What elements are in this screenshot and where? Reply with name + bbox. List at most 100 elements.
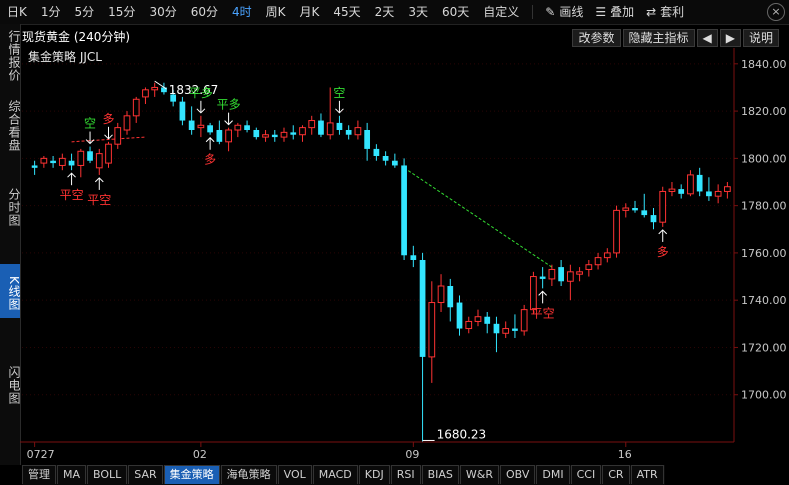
instrument-title: 现货黄金 (240分钟) <box>22 30 131 44</box>
y-tick-label: 1760.00 <box>741 247 787 260</box>
candle-body <box>40 157 48 164</box>
indicator-tab-3[interactable]: SAR <box>128 465 163 484</box>
overlay-label: 叠加 <box>610 5 635 19</box>
period-3[interactable]: 15分 <box>101 0 142 24</box>
indicator-tab-9[interactable]: RSI <box>390 465 421 484</box>
trend-line <box>403 167 553 268</box>
tab-overview[interactable]: 综合看盘 <box>0 96 21 156</box>
indicator-tab-10[interactable]: BIAS <box>421 465 459 484</box>
tab-flash[interactable]: 闪电图 <box>0 362 21 408</box>
low-price-label: 1680.23 <box>437 427 487 441</box>
period-5[interactable]: 60分 <box>184 0 225 24</box>
help-button[interactable]: 说明 <box>742 29 779 47</box>
period-9[interactable]: 45天 <box>326 0 367 24</box>
candlestick-chart[interactable]: 1700.00 1720.00 1740.00 1760.00 1780.00 1800.… <box>20 48 789 464</box>
signal-label: 空 <box>333 86 345 100</box>
indicator-tab-16[interactable]: ATR <box>630 465 664 484</box>
candle-body <box>650 215 657 223</box>
candle-body <box>724 186 731 192</box>
candle-body <box>428 302 436 358</box>
candle-body <box>465 320 473 330</box>
database-icon: ☰ <box>595 5 607 19</box>
candle-body <box>179 101 186 121</box>
period-0[interactable]: 日K <box>0 0 34 24</box>
prev-indicator-button[interactable]: ◀ <box>696 29 718 47</box>
candle-body <box>558 267 564 282</box>
period-4[interactable]: 30分 <box>142 0 183 24</box>
period-7[interactable]: 周K <box>259 0 293 24</box>
draw-line-button[interactable]: ✎ 画线 <box>539 0 589 24</box>
y-tick-label: 1820.00 <box>741 105 787 118</box>
signal-label: 平空 <box>531 306 555 320</box>
hide-indicator-button[interactable]: 隐藏主指标 <box>622 29 695 47</box>
candle-body <box>530 276 537 311</box>
candle-body <box>382 156 389 161</box>
candle-body <box>410 255 417 260</box>
period-12[interactable]: 60天 <box>435 0 476 24</box>
candle-body <box>262 134 269 138</box>
candle-body <box>613 209 620 254</box>
indicator-tab-13[interactable]: DMI <box>536 465 570 484</box>
candle-body <box>142 89 149 98</box>
candle-body <box>114 127 122 145</box>
indicator-tab-11[interactable]: W&R <box>459 465 499 484</box>
candle-body <box>345 130 352 135</box>
y-tick-label: 1700.00 <box>741 389 787 402</box>
close-button[interactable]: × <box>767 3 785 21</box>
indicator-tab-1[interactable]: MA <box>57 465 87 484</box>
candle-body <box>364 130 371 149</box>
candle-body <box>493 323 500 334</box>
candle-body <box>622 207 630 211</box>
overlay-button[interactable]: ☰ 叠加 <box>589 0 640 24</box>
candle-body <box>548 268 556 280</box>
indicator-tab-15[interactable]: CR <box>602 465 630 484</box>
edit-params-button[interactable]: 改参数 <box>572 29 621 47</box>
period-2[interactable]: 5分 <box>68 0 102 24</box>
candle-body <box>188 120 195 130</box>
signal-label: 多 <box>657 245 669 259</box>
candle-body <box>520 309 528 332</box>
tab-kline[interactable]: K线图 <box>0 264 21 318</box>
indicator-tab-7[interactable]: MACD <box>312 465 358 484</box>
candle-body <box>474 316 482 322</box>
candle-body <box>151 86 159 91</box>
indicator-tab-5[interactable]: 海龟策略 <box>220 465 277 484</box>
candle-body <box>576 271 583 275</box>
candle-body <box>216 130 223 142</box>
period-8[interactable]: 月K <box>293 0 327 24</box>
indicator-tab-12[interactable]: OBV <box>500 465 536 484</box>
indicator-tab-6[interactable]: VOL <box>277 465 312 484</box>
arbitrage-button[interactable]: ⇄ 套利 <box>640 0 690 24</box>
candle-body <box>234 124 242 131</box>
candle-body <box>456 302 463 329</box>
period-10[interactable]: 2天 <box>368 0 402 24</box>
indicator-tab-0[interactable]: 管理 <box>22 465 56 484</box>
indicator-tab-8[interactable]: KDJ <box>358 465 390 484</box>
candle-body <box>401 165 407 256</box>
tab-quote[interactable]: 行情报价 <box>0 26 21 86</box>
period-11[interactable]: 3天 <box>401 0 435 24</box>
period-6[interactable]: 4时 <box>225 0 259 24</box>
candle-body <box>68 160 75 166</box>
candle-body <box>225 129 232 143</box>
signal-label: 多 <box>204 153 216 167</box>
tab-timeshare[interactable]: 分时图 <box>0 184 21 230</box>
next-indicator-button[interactable]: ▶ <box>719 29 741 47</box>
indicator-tab-4[interactable]: 集金策略 <box>163 465 220 484</box>
candle-body <box>447 286 454 308</box>
candle-body <box>391 160 398 166</box>
candle-body <box>373 148 380 156</box>
indicator-tab-2[interactable]: BOLL <box>87 465 128 484</box>
candle-body <box>280 131 288 138</box>
header-buttons: 改参数 隐藏主指标 ◀ ▶ 说明 <box>572 29 779 47</box>
period-13[interactable]: 自定义 <box>476 0 526 24</box>
candle-body <box>318 120 324 135</box>
candle-body <box>290 132 297 135</box>
period-1[interactable]: 1分 <box>34 0 68 24</box>
signal-label: 平空 <box>60 188 84 202</box>
close-icon: × <box>771 5 781 18</box>
indicator-tab-14[interactable]: CCI <box>570 465 602 484</box>
x-tick-label: 0727 <box>27 448 55 461</box>
y-tick-label: 1800.00 <box>741 152 787 165</box>
candle-body <box>271 134 278 138</box>
